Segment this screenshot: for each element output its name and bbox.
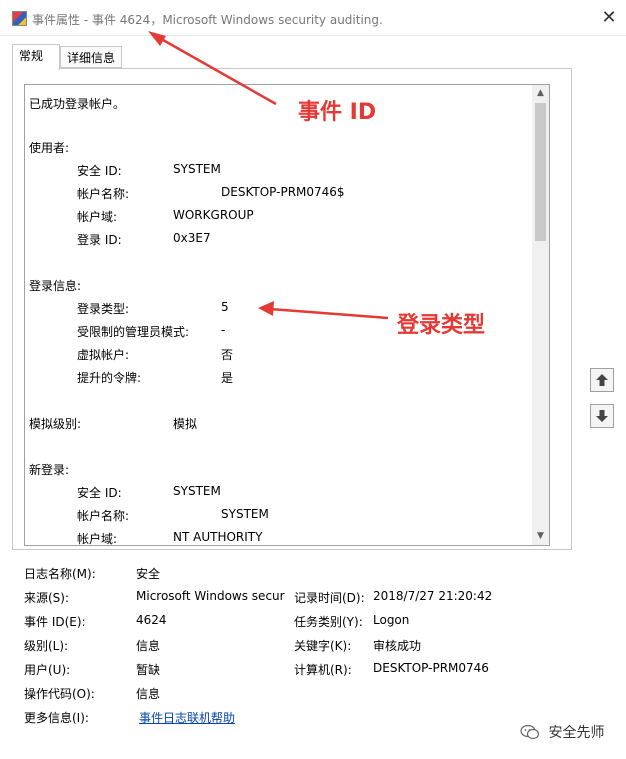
tab-details[interactable]: 详细信息 — [60, 46, 122, 68]
tab-general[interactable]: 常规 — [12, 44, 60, 70]
event-id-label: 事件 ID(E): — [24, 615, 86, 629]
computer-label: 计算机(R): — [294, 663, 352, 677]
subject-value: WORKGROUP — [173, 208, 254, 222]
source-value: Microsoft Windows secur — [136, 589, 285, 603]
scroll-down-icon[interactable]: ▼ — [532, 528, 549, 545]
logon-value: 5 — [221, 300, 229, 314]
user-value: 暂缺 — [136, 663, 161, 677]
title-bar: 事件属性 - 事件 4624，Microsoft Windows securit… — [0, 0, 626, 36]
vertical-scrollbar[interactable]: ▲ ▼ — [532, 85, 549, 545]
opcode-label: 操作代码(O): — [24, 687, 95, 701]
subject-value: DESKTOP-PRM0746$ — [221, 185, 345, 199]
online-help-link[interactable]: 事件日志联机帮助 — [139, 709, 235, 726]
task-category-value: Logon — [373, 613, 410, 627]
new-logon-value: SYSTEM — [173, 484, 221, 498]
subject-label: 安全 ID: — [77, 164, 122, 178]
new-logon-label: 帐户域: — [77, 532, 118, 545]
new-logon-value: SYSTEM — [221, 507, 269, 521]
event-id-value: 4624 — [136, 613, 167, 627]
new-logon-label: 安全 ID: — [77, 486, 122, 500]
scroll-thumb[interactable] — [535, 103, 546, 241]
logon-type-annotation: 登录类型 — [397, 313, 486, 338]
log-name-label: 日志名称(M): — [24, 567, 96, 581]
logon-value: 是 — [221, 371, 234, 385]
logon-value: - — [221, 323, 226, 337]
subject-label: 登录 ID: — [77, 233, 122, 247]
watermark: 安全先师 — [520, 722, 604, 742]
logon-label: 受限制的管理员模式: — [77, 325, 190, 339]
scroll-up-icon[interactable]: ▲ — [532, 85, 549, 102]
previous-event-button[interactable] — [590, 368, 614, 392]
event-id-annotation: 事件 ID — [298, 100, 377, 125]
logon-info-header: 登录信息: — [29, 279, 82, 293]
arrow-down-icon — [596, 410, 608, 422]
wechat-icon — [520, 724, 540, 740]
keywords-value: 审核成功 — [373, 639, 422, 653]
subject-value: 0x3E7 — [173, 231, 211, 245]
logged-value: 2018/7/27 21:20:42 — [373, 589, 493, 603]
watermark-text: 安全先师 — [548, 725, 605, 741]
log-name-value: 安全 — [136, 567, 161, 581]
impersonation-label: 模拟级别: — [29, 417, 82, 431]
user-label: 用户(U): — [24, 663, 71, 677]
new-logon-label: 帐户名称: — [77, 509, 130, 523]
subject-value: SYSTEM — [173, 162, 221, 176]
subject-label: 帐户名称: — [77, 187, 130, 201]
arrow-up-icon — [596, 374, 608, 386]
event-viewer-icon — [12, 11, 27, 26]
opcode-value: 信息 — [136, 687, 161, 701]
computer-value: DESKTOP-PRM0746 — [373, 661, 489, 675]
logon-label: 登录类型: — [77, 302, 130, 316]
new-logon-value: NT AUTHORITY — [173, 530, 263, 544]
summary-text: 已成功登录帐户。 — [29, 97, 126, 111]
keywords-label: 关键字(K): — [294, 639, 352, 653]
close-button[interactable]: ✕ — [596, 6, 622, 32]
source-label: 来源(S): — [24, 591, 70, 605]
new-logon-header: 新登录: — [29, 463, 70, 477]
subject-header: 使用者: — [29, 141, 70, 155]
window-title: 事件属性 - 事件 4624，Microsoft Windows securit… — [32, 13, 383, 27]
level-value: 信息 — [136, 639, 161, 653]
level-label: 级别(L): — [24, 639, 69, 653]
task-category-label: 任务类别(Y): — [294, 615, 363, 629]
more-info-label: 更多信息(I): — [24, 711, 89, 725]
logon-label: 提升的令牌: — [77, 371, 142, 385]
next-event-button[interactable] — [590, 404, 614, 428]
impersonation-value: 模拟 — [173, 417, 198, 431]
logged-label: 记录时间(D): — [294, 591, 365, 605]
logon-label: 虚拟帐户: — [77, 348, 130, 362]
subject-label: 帐户域: — [77, 210, 118, 224]
logon-value: 否 — [221, 348, 234, 362]
